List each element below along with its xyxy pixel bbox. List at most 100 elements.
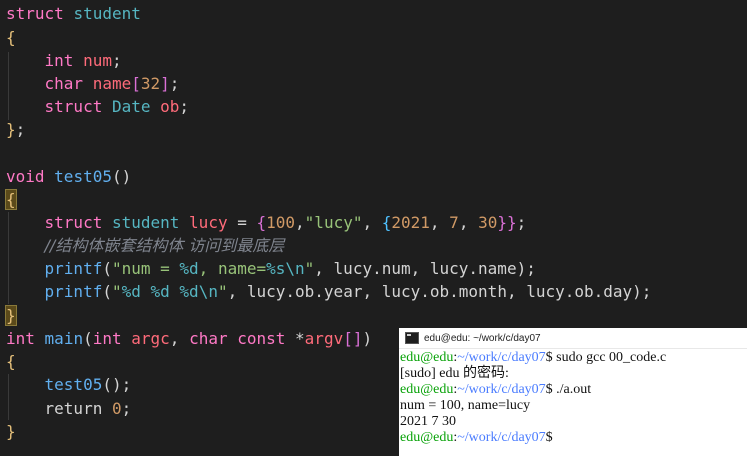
function-name: test05 [54, 167, 112, 186]
code-line-3: int num; [6, 50, 122, 72]
code-line-11: //结构体嵌套结构体 访问到最底层 [6, 235, 285, 257]
code-line-14: } [5, 305, 17, 327]
code-line-17: test05(); [6, 374, 132, 396]
brace: { [256, 213, 267, 232]
identifier: num [83, 51, 112, 70]
number: 30 [478, 213, 498, 232]
type: int [92, 329, 122, 348]
terminal-window[interactable]: edu@edu: ~/work/c/day07 edu@edu:~/work/c… [399, 328, 747, 456]
string: " [111, 282, 122, 301]
punct: , [295, 213, 305, 232]
identifier: lucy [189, 213, 228, 232]
number: 0 [111, 399, 122, 418]
string: " [217, 282, 228, 301]
punct: (); [102, 375, 132, 394]
args: , lucy.num, lucy.name); [314, 259, 536, 278]
terminal-line: 2021 7 30 [400, 414, 747, 430]
keyword: struct [6, 4, 64, 23]
punct: ( [102, 282, 112, 301]
number: 32 [140, 74, 161, 93]
punct: ; [169, 74, 180, 93]
type-name: student [73, 4, 141, 23]
args: , lucy.ob.year, lucy.ob.month, lucy.ob.d… [227, 282, 652, 301]
string: "num = [111, 259, 180, 278]
punct: , [458, 213, 479, 232]
punct: ; [516, 213, 527, 232]
format-spec: %d [121, 282, 141, 301]
bracket: [] [343, 329, 363, 348]
prompt-user: edu@edu [400, 350, 454, 365]
function-call: test05 [44, 375, 103, 394]
brace: { [5, 189, 17, 210]
punct: ) [362, 329, 373, 348]
punct: ( [102, 259, 112, 278]
output-text: 2021 7 30 [400, 414, 456, 429]
punct: ; [121, 399, 132, 418]
brace: }} [497, 213, 517, 232]
code-line-12: printf("num = %d, name=%s\n", lucy.num, … [6, 258, 536, 280]
comment: //结构体嵌套结构体 访问到最底层 [44, 236, 285, 255]
type: int [6, 329, 35, 348]
brace: { [6, 28, 16, 47]
prompt-path: ~/work/c/day07 [457, 350, 546, 365]
brace: } [5, 305, 17, 326]
output-text: [sudo] edu 的密码: [400, 366, 509, 381]
terminal-line: num = 100, name=lucy [400, 398, 747, 414]
function-call: printf [44, 259, 103, 278]
punct: , [429, 213, 450, 232]
terminal-titlebar[interactable]: edu@edu: ~/work/c/day07 [399, 328, 747, 349]
code-line-5: struct Date ob; [6, 96, 190, 118]
punct: ; [111, 51, 122, 70]
operator: = [227, 213, 257, 232]
code-line-15: int main(int argc, char const *argv[]) [6, 328, 372, 350]
punct: , [169, 329, 190, 348]
brace: } [6, 422, 16, 441]
code-line-6: }; [6, 119, 25, 141]
brace: { [6, 352, 16, 371]
prompt-command: $ [545, 430, 553, 445]
terminal-line: edu@edu:~/work/c/day07$ sudo gcc 00_code… [400, 350, 747, 366]
prompt-path: ~/work/c/day07 [457, 382, 546, 397]
identifier: argc [131, 329, 170, 348]
function-name: main [44, 329, 84, 348]
code-line-9: { [5, 189, 17, 211]
code-line-4: char name[32]; [6, 73, 180, 95]
bracket: ] [160, 74, 170, 93]
code-line-8: void test05() [6, 166, 131, 188]
code-line-13: printf("%d %d %d\n", lucy.ob.year, lucy.… [6, 281, 652, 303]
type: int [44, 51, 74, 70]
keyword: return [44, 399, 103, 418]
terminal-title: edu@edu: ~/work/c/day07 [424, 332, 541, 344]
terminal-line: edu@edu:~/work/c/day07$ ./a.out [400, 382, 747, 398]
keyword: struct [44, 97, 103, 116]
prompt-user: edu@edu [400, 382, 454, 397]
format-spec: %d [179, 282, 199, 301]
code-line-1: struct student [6, 3, 141, 25]
code-line-10: struct student lucy = {100,"lucy", {2021… [6, 212, 527, 234]
code-line-16: { [6, 351, 16, 373]
code-line-2: { [6, 27, 16, 49]
terminal-line: [sudo] edu 的密码: [400, 366, 747, 382]
code-line-18: return 0; [6, 398, 132, 420]
identifier: argv [304, 329, 344, 348]
brace: } [6, 120, 16, 139]
number: 2021 [391, 213, 430, 232]
string: , name= [198, 259, 267, 278]
punct: ; [179, 97, 190, 116]
code-line-19: } [6, 421, 16, 443]
keyword: const [237, 329, 286, 348]
operator: * [285, 329, 305, 348]
terminal-output[interactable]: edu@edu:~/work/c/day07$ sudo gcc 00_code… [399, 349, 747, 446]
bracket: [ [131, 74, 141, 93]
punct: ; [15, 120, 26, 139]
prompt-path: ~/work/c/day07 [457, 430, 546, 445]
terminal-icon [405, 332, 419, 344]
string: " [304, 259, 315, 278]
prompt-command: $ ./a.out [545, 382, 592, 397]
type-name: Date [111, 97, 151, 116]
brace: { [381, 213, 392, 232]
escape-seq: \n [198, 282, 218, 301]
type-name: student [111, 213, 180, 232]
type: void [6, 167, 45, 186]
prompt-command: $ sudo gcc 00_code.c [545, 350, 667, 365]
